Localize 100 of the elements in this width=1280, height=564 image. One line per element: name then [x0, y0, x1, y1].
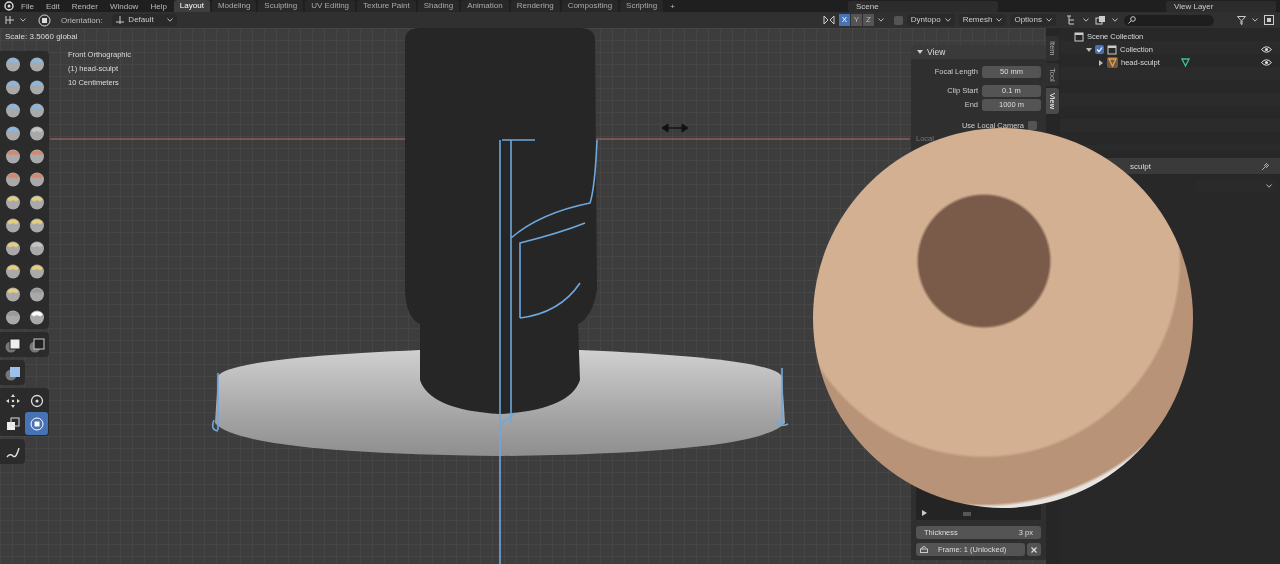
brush-icon [28, 147, 45, 164]
menu-item[interactable]: Render [66, 1, 103, 11]
axis-toggle[interactable]: Y [850, 14, 862, 26]
face-set-icon [4, 364, 21, 381]
pin-icon[interactable] [1261, 161, 1270, 171]
hide-box-icon [28, 336, 45, 353]
caret-icon [167, 18, 174, 22]
caret-icon [20, 18, 26, 22]
caret-icon [1266, 184, 1272, 188]
checkbox[interactable] [1095, 45, 1104, 54]
axis-toggle[interactable]: Z [862, 14, 874, 26]
checkbox[interactable] [1028, 120, 1037, 130]
axes-icon [116, 16, 125, 24]
brush-icon [28, 285, 45, 302]
app-logo-icon[interactable] [4, 1, 14, 11]
lock-icon [920, 546, 928, 553]
transform-icon [28, 415, 45, 432]
view-layer-field[interactable]: View Layer [1166, 0, 1276, 12]
eye-icon[interactable] [1261, 46, 1272, 53]
brush-icon [4, 239, 21, 256]
brush-icon [4, 147, 21, 164]
workspace-tab[interactable]: Scripting [620, 0, 664, 12]
dyntopo-dropdown[interactable]: Dyntopo [906, 14, 955, 26]
double-arrow-icon [661, 123, 689, 133]
workspace-tab[interactable]: UV Editing [305, 0, 356, 12]
menu-item[interactable]: Edit [40, 1, 65, 11]
brush-icon [28, 239, 45, 256]
close-icon [1031, 546, 1037, 553]
move-icon [4, 392, 21, 409]
search-icon [1128, 16, 1136, 24]
workspace-tab[interactable]: Sculpting [258, 0, 304, 12]
new-collection-icon[interactable] [1264, 15, 1274, 25]
section-title[interactable]: View [927, 47, 946, 57]
brush-icon [28, 78, 45, 95]
workspace-tab[interactable]: Animation [461, 0, 509, 12]
scale-readout: Scale: 3.5060 global [5, 32, 78, 42]
brush-icon [4, 124, 21, 141]
mirror-icon[interactable] [822, 15, 835, 25]
scene-field[interactable]: Scene [847, 0, 998, 12]
close-button[interactable] [1027, 543, 1041, 556]
workspace-tab[interactable]: Modeling [211, 0, 257, 12]
orientation-dropdown[interactable]: Default [112, 14, 178, 26]
caret-icon [944, 18, 951, 22]
header-menu[interactable]: Remesh [958, 14, 1007, 26]
orientation-label: Orientation: [60, 15, 104, 25]
target-icon[interactable] [38, 13, 51, 27]
brush-icon [4, 262, 21, 279]
tool-button[interactable] [25, 412, 48, 435]
workspace-tab[interactable]: Texture Paint [357, 0, 416, 12]
scale-icon [4, 415, 21, 432]
checkbox[interactable] [893, 15, 903, 25]
filter-layers-icon[interactable] [1095, 15, 1106, 25]
header-menu[interactable]: Options [1010, 14, 1056, 26]
brush-icon [28, 124, 45, 141]
collapse-arrow-icon[interactable] [917, 49, 923, 55]
expand-arrow-icon[interactable] [1098, 59, 1104, 66]
workspace-tab[interactable]: Compositing [561, 0, 619, 12]
grip-icon[interactable] [963, 512, 971, 516]
expand-arrow-icon[interactable] [1086, 46, 1092, 53]
brush-icon [4, 216, 21, 233]
brush-icon [4, 193, 21, 210]
caret-icon [1046, 18, 1052, 22]
workspace-tab[interactable]: Shading [417, 0, 460, 12]
brush-icon [4, 55, 21, 72]
caret-icon [1083, 18, 1089, 22]
brush-icon [28, 193, 45, 210]
brush-icon [28, 216, 45, 233]
menu-item[interactable]: File [16, 1, 39, 11]
search-field[interactable] [1124, 14, 1214, 26]
add-tab-button[interactable]: + [665, 1, 680, 11]
caret-icon [877, 18, 884, 22]
collection-box-icon [1074, 31, 1084, 42]
caret-icon [1112, 18, 1118, 22]
caret-icon [996, 18, 1003, 22]
workspace-tab[interactable]: Layout [173, 0, 210, 12]
brush-icon [28, 101, 45, 118]
brush-icon [28, 170, 45, 187]
brush-icon [4, 101, 21, 118]
display-mode-icon[interactable] [1066, 15, 1077, 25]
brush-icon [4, 285, 21, 302]
menu-item[interactable]: Window [104, 1, 144, 11]
eye-icon[interactable] [1261, 59, 1272, 66]
caret-icon [1252, 18, 1258, 22]
brush-icon [28, 262, 45, 279]
axis-toggle[interactable]: X [838, 14, 850, 26]
mask-box-icon [4, 336, 21, 353]
menu-item[interactable]: Help [145, 1, 172, 11]
triangle-mesh-icon [1180, 58, 1190, 67]
tool-icon[interactable] [4, 14, 16, 26]
brush-icon [4, 78, 21, 95]
brush-icon [4, 308, 21, 325]
workspace-tab[interactable]: Rendering [510, 0, 560, 12]
play-icon[interactable] [922, 510, 927, 516]
brush-icon [28, 55, 45, 72]
collection-box-icon [1107, 44, 1117, 55]
object-name: sculpt [1130, 161, 1151, 171]
filter-icon[interactable] [1237, 15, 1246, 25]
rotate-icon [28, 392, 45, 409]
brush-icon [4, 170, 21, 187]
mesh-object-icon [1107, 57, 1118, 68]
